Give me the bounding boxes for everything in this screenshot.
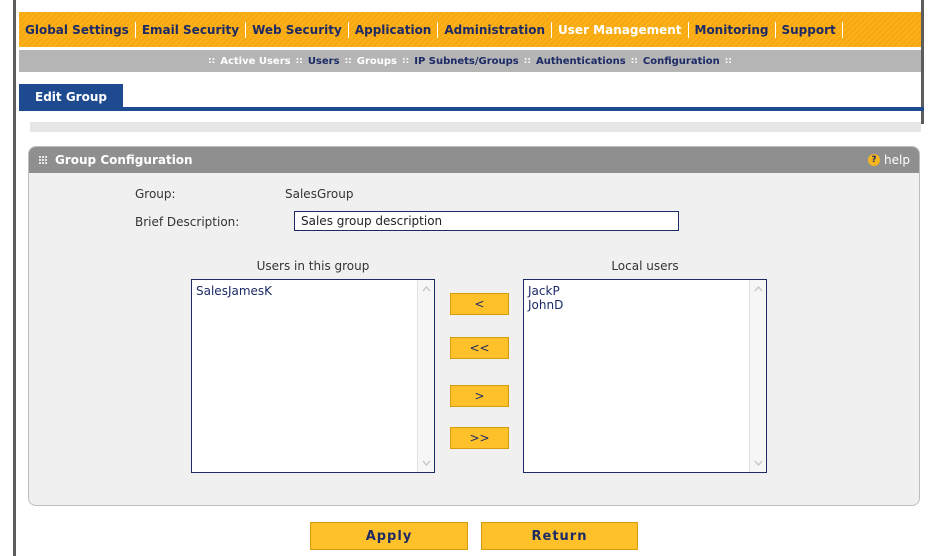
remove-all-from-group-button[interactable]: >> bbox=[450, 427, 509, 449]
add-to-group-button[interactable]: < bbox=[450, 293, 509, 315]
divider-bar bbox=[30, 122, 921, 132]
nav-separator bbox=[437, 21, 439, 38]
nav-administration[interactable]: Administration bbox=[444, 23, 545, 37]
subnav-configuration[interactable]: Configuration bbox=[643, 56, 720, 67]
nav-support[interactable]: Support bbox=[782, 23, 836, 37]
subnav-groups[interactable]: Groups bbox=[357, 56, 397, 67]
scrollbar[interactable] bbox=[417, 280, 434, 472]
nav-global-settings[interactable]: Global Settings bbox=[25, 23, 129, 37]
panel-header: Group Configuration ? help bbox=[29, 147, 919, 173]
sub-navigation-bar: :: Active Users :: Users :: Groups :: IP… bbox=[19, 50, 921, 72]
subnav-users[interactable]: Users bbox=[308, 56, 340, 67]
nav-separator bbox=[347, 21, 349, 38]
subnav-authentications[interactable]: Authentications bbox=[536, 56, 626, 67]
apply-button[interactable]: Apply bbox=[310, 522, 468, 550]
nav-separator bbox=[245, 21, 247, 38]
subnav-ip-subnets-groups[interactable]: IP Subnets/Groups bbox=[414, 56, 519, 67]
subnav-separator: :: bbox=[402, 56, 410, 66]
remove-from-group-button[interactable]: > bbox=[450, 385, 509, 407]
nav-separator bbox=[687, 21, 689, 38]
help-label[interactable]: help bbox=[884, 153, 910, 167]
nav-separator bbox=[551, 21, 553, 38]
tab-underline bbox=[19, 107, 924, 111]
scroll-down-icon[interactable] bbox=[753, 457, 763, 469]
page-right-border bbox=[921, 0, 924, 124]
subnav-separator: :: bbox=[523, 56, 531, 66]
group-name-value: SalesGroup bbox=[285, 187, 354, 201]
scroll-up-icon[interactable] bbox=[753, 283, 763, 295]
nav-separator bbox=[134, 21, 136, 38]
nav-application[interactable]: Application bbox=[355, 23, 432, 37]
nav-monitoring[interactable]: Monitoring bbox=[695, 23, 769, 37]
group-members-listbox[interactable]: SalesJamesK bbox=[191, 279, 435, 473]
subnav-separator: :: bbox=[630, 56, 638, 66]
nav-separator bbox=[774, 21, 776, 38]
group-members-entries: SalesJamesK bbox=[196, 284, 272, 298]
local-users-entries: JackP JohnD bbox=[528, 284, 563, 312]
description-label: Brief Description: bbox=[135, 215, 240, 229]
question-circle-icon: ? bbox=[868, 154, 881, 166]
list-item[interactable]: JohnD bbox=[528, 298, 563, 312]
subnav-active-users[interactable]: Active Users bbox=[220, 56, 290, 67]
local-users-list-title: Local users bbox=[611, 259, 679, 273]
page-left-border bbox=[13, 0, 16, 556]
nav-user-management[interactable]: User Management bbox=[558, 23, 681, 37]
help-link[interactable]: ? help bbox=[868, 147, 910, 173]
group-configuration-panel: Group Configuration ? help Group: SalesG… bbox=[28, 146, 920, 506]
main-navigation-bar: Global Settings Email Security Web Secur… bbox=[19, 12, 921, 47]
list-item[interactable]: SalesJamesK bbox=[196, 284, 272, 298]
subnav-separator: :: bbox=[295, 56, 303, 66]
subnav-separator: :: bbox=[208, 56, 216, 66]
members-list-title: Users in this group bbox=[256, 259, 370, 273]
local-users-listbox[interactable]: JackP JohnD bbox=[523, 279, 767, 473]
subnav-separator: :: bbox=[724, 56, 732, 66]
nav-web-security[interactable]: Web Security bbox=[252, 23, 342, 37]
scroll-down-icon[interactable] bbox=[421, 457, 431, 469]
grip-icon bbox=[39, 156, 47, 164]
list-item[interactable]: JackP bbox=[528, 284, 563, 298]
subnav-separator: :: bbox=[344, 56, 352, 66]
description-field[interactable] bbox=[294, 211, 679, 231]
scrollbar[interactable] bbox=[749, 280, 766, 472]
group-label: Group: bbox=[135, 187, 176, 201]
panel-title: Group Configuration bbox=[55, 153, 193, 167]
add-all-to-group-button[interactable]: << bbox=[450, 337, 509, 359]
nav-email-security[interactable]: Email Security bbox=[142, 23, 239, 37]
nav-separator bbox=[841, 21, 843, 38]
return-button[interactable]: Return bbox=[481, 522, 638, 550]
scroll-up-icon[interactable] bbox=[421, 283, 431, 295]
